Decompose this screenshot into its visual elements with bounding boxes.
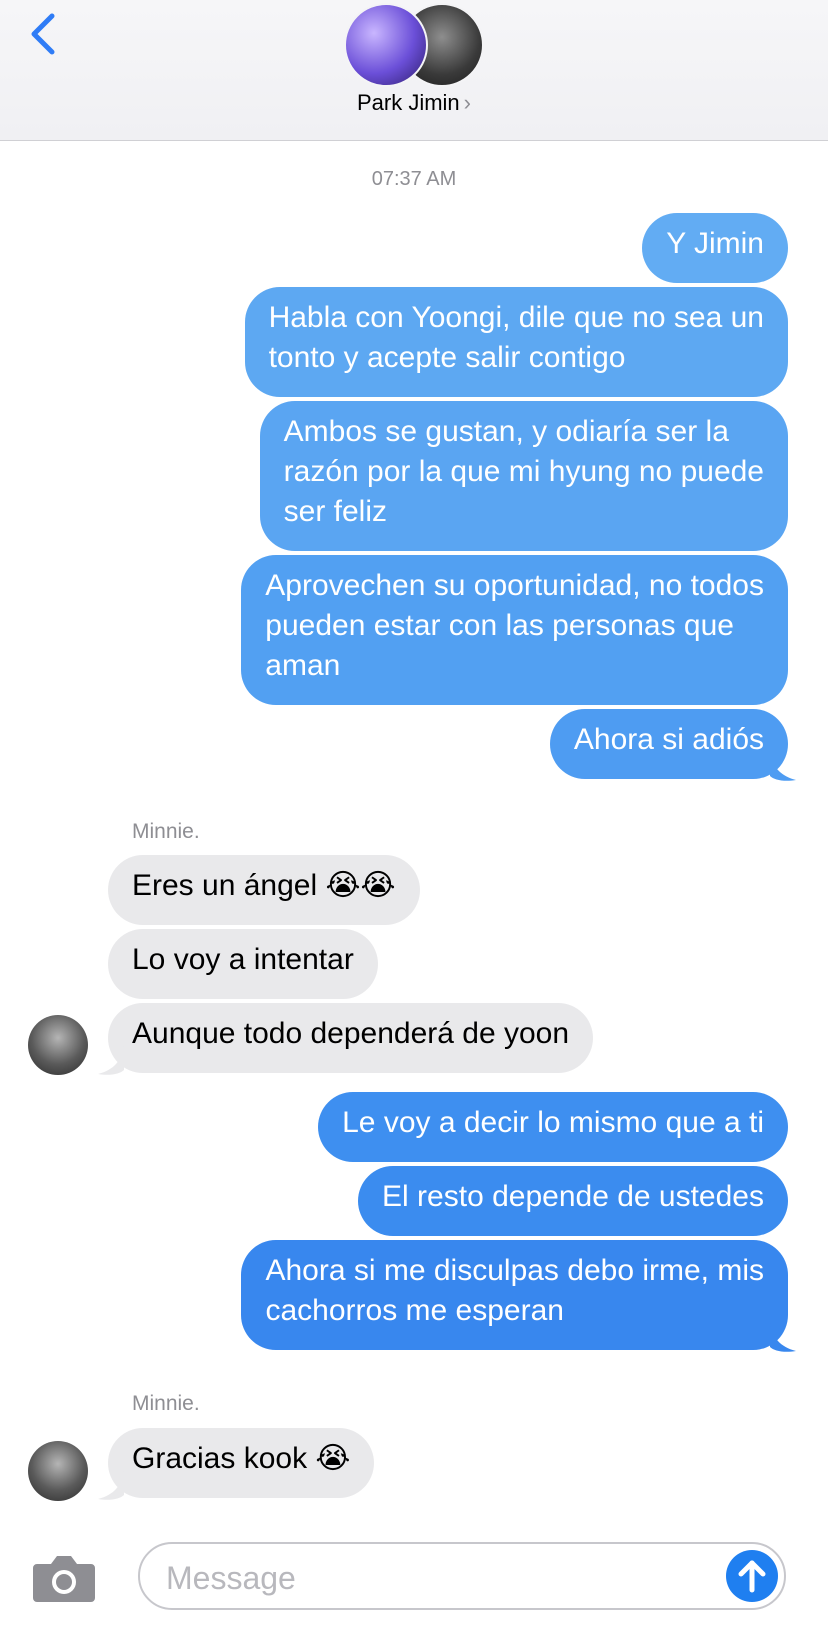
message-line: Le voy a decir lo mismo que a ti (342, 1106, 764, 1139)
message-line: El resto depende de ustedes (382, 1180, 764, 1213)
send-arrow-icon (738, 1560, 766, 1593)
message-line: Ambos se gustan, y odiaría ser la (283, 415, 729, 448)
chevron-right-icon: › (463, 90, 471, 115)
message-line: Eres un ángel 😭😭 (132, 869, 396, 902)
incoming-message[interactable]: Aunque todo dependerá de yoon (108, 1003, 594, 1073)
message-line: ser feliz (283, 495, 388, 528)
message-line: cachorros me esperan (265, 1294, 564, 1327)
message-line: Aprovechen su oportunidad, no todos (265, 569, 764, 602)
outgoing-message[interactable]: Ahora si adiós (549, 709, 788, 779)
outgoing-message[interactable]: Habla con Yoongi, dile que no sea un ton… (244, 287, 788, 397)
incoming-message[interactable]: Eres un ángel 😭😭 (108, 855, 420, 925)
message-line: Habla con Yoongi, dile que no sea un (268, 301, 764, 334)
sender-avatar[interactable] (28, 1441, 88, 1501)
bubble-tail (770, 1323, 796, 1352)
outgoing-message[interactable]: Aprovechen su oportunidad, no todos pued… (241, 555, 788, 705)
message-line: razón por la que mi hyung no puede (283, 455, 764, 488)
incoming-message[interactable]: Lo voy a intentar (108, 929, 378, 999)
outgoing-message[interactable]: El resto depende de ustedes (358, 1166, 788, 1236)
message-line: Ahora si me disculpas debo irme, mis (265, 1254, 764, 1287)
sender-name: Minnie. (132, 1392, 200, 1415)
outgoing-message[interactable]: Ahora si me disculpas debo irme, mis cac… (241, 1240, 788, 1350)
outgoing-message[interactable]: Le voy a decir lo mismo que a ti (318, 1092, 788, 1162)
compose-bar: Message (0, 1530, 828, 1632)
message-line: Lo voy a intentar (132, 943, 354, 976)
sender-name: Minnie. (132, 820, 200, 843)
message-line: aman (265, 649, 341, 682)
contact-name-button[interactable]: Park Jimin › (0, 90, 828, 116)
sender-avatar[interactable] (28, 1015, 88, 1075)
incoming-message[interactable]: Gracias kook 😭 (108, 1428, 375, 1498)
message-line: pueden estar con las personas que (265, 609, 734, 642)
camera-icon (33, 1556, 95, 1602)
message-line: Gracias kook 😭 (132, 1442, 351, 1475)
send-button[interactable] (726, 1550, 778, 1602)
contact-name: Park Jimin (356, 90, 460, 115)
contact-avatar-1 (344, 3, 428, 87)
conversation-header: Park Jimin › (0, 0, 828, 141)
message-timestamp: 07:37 AM (371, 168, 457, 190)
message-placeholder: Message (166, 1560, 296, 1596)
outgoing-message[interactable]: Y Jimin (642, 213, 788, 283)
bubble-tail (98, 1046, 124, 1075)
bubble-tail (770, 752, 796, 781)
outgoing-message[interactable]: Ambos se gustan, y odiaría ser la razón … (259, 401, 788, 551)
message-line: Ahora si adiós (573, 723, 764, 756)
bubble-tail (98, 1471, 124, 1500)
message-input[interactable]: Message (138, 1542, 786, 1610)
message-line: tonto y acepte salir contigo (268, 341, 626, 374)
camera-button[interactable] (33, 1552, 95, 1602)
message-line: Aunque todo dependerá de yoon (132, 1017, 570, 1050)
back-chevron-icon (31, 13, 55, 55)
contact-avatars[interactable] (344, 3, 484, 87)
message-line: Y Jimin (666, 227, 764, 260)
back-button[interactable] (26, 10, 66, 66)
